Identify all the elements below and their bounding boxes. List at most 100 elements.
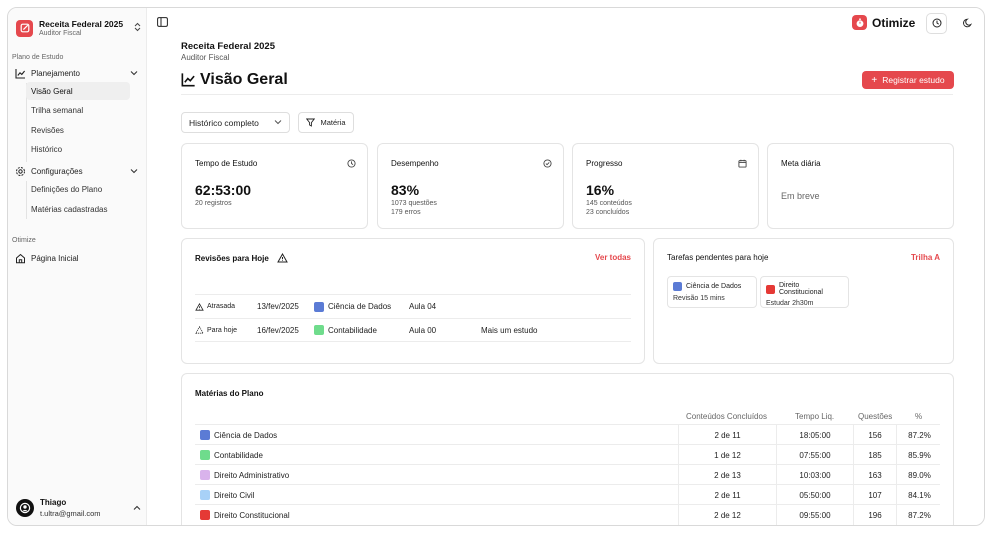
cell-done: 2 de 13: [678, 465, 776, 485]
sidebar-item-trilha-semanal[interactable]: Trilha semanal: [26, 101, 130, 119]
table-row[interactable]: Direito Administrativo 2 de 13 10:03:00 …: [195, 464, 942, 485]
subject-color-swatch: [314, 325, 324, 335]
subject-color-swatch: [314, 301, 324, 312]
chevron-down-icon: [274, 118, 282, 127]
sidebar-item-planejamento[interactable]: Planejamento: [15, 64, 138, 82]
cell-pct: 84.1%: [896, 485, 942, 505]
cell-pct: 89.0%: [896, 465, 942, 485]
workspace-title: Receita Federal 2025: [39, 19, 124, 29]
column-header: Tempo Liq.: [795, 412, 835, 421]
plan-title: Receita Federal 2025: [181, 41, 276, 52]
brand: Otimize: [852, 15, 915, 30]
task-card[interactable]: Direito Constitucional Estudar 2h30m: [760, 276, 849, 308]
history-button[interactable]: [926, 13, 947, 34]
cell-time: 09:55:00: [776, 505, 853, 525]
task-detail: Revisão 15 mins: [673, 295, 725, 302]
revisions-panel: Revisões para Hoje Ver todas Atrasada 13…: [181, 238, 645, 364]
table-row[interactable]: Contabilidade 1 de 12 07:55:00 185 85.9%: [195, 444, 940, 465]
cell-done: 2 de 11: [678, 485, 776, 505]
revision-subject: Contabilidade: [328, 325, 377, 335]
divider: [181, 94, 953, 95]
chevron-up-icon: [133, 503, 141, 513]
revision-lesson: Aula 04: [409, 302, 437, 311]
theme-toggle-button[interactable]: [957, 13, 978, 34]
table-row[interactable]: Direito Constitucional 2 de 12 09:55:00 …: [195, 504, 940, 525]
page-title: Visão Geral: [181, 70, 288, 90]
plan-subtitle: Auditor Fiscal: [181, 53, 230, 62]
trail-link[interactable]: Trilha A: [911, 253, 940, 262]
task-detail: Estudar 2h30m: [766, 300, 814, 307]
warning-outline-icon: [195, 326, 204, 334]
filter-icon: [306, 118, 316, 127]
see-all-link[interactable]: Ver todas: [595, 253, 631, 262]
stat-card-performance: Desempenho 83% 1073 questões 179 erros: [377, 143, 564, 229]
workspace-subtitle: Auditor Fiscal: [39, 30, 82, 37]
stat-detail: 145 conteúdos: [586, 200, 632, 207]
cell-questions: 156: [853, 425, 896, 445]
cell-questions: 196: [853, 505, 896, 525]
subject-name: Direito Administrativo: [214, 470, 290, 480]
workspace-logo-icon: [16, 19, 33, 37]
subject-color-swatch: [200, 490, 210, 500]
stat-title: Desempenho: [391, 159, 439, 168]
revision-note: Mais um estudo: [481, 325, 538, 335]
cell-questions: 107: [853, 485, 896, 505]
register-study-button[interactable]: + Registrar estudo: [862, 71, 954, 89]
sidebar-item-home[interactable]: Página Inicial: [15, 249, 138, 267]
sidebar-item-label: Planejamento: [31, 68, 80, 78]
sidebar-item-historico[interactable]: Histórico: [26, 140, 130, 158]
sidebar-item-materias[interactable]: Matérias cadastradas: [26, 200, 130, 218]
clock-icon: [346, 158, 356, 168]
task-card[interactable]: Ciência de Dados Revisão 15 mins: [667, 276, 757, 308]
sidebar: Receita Federal 2025 Auditor Fiscal Plan…: [8, 8, 147, 525]
stat-detail: 23 concluídos: [586, 209, 630, 216]
sidebar-panel-icon: [156, 17, 168, 29]
revision-row[interactable]: Para hoje 16/fev/2025 Contabilidade Aula…: [195, 318, 631, 342]
cell-pct: 87.2%: [896, 425, 942, 445]
subject-filter-label: Matéria: [320, 118, 346, 127]
subject-color-swatch: [200, 510, 210, 520]
subject-name: Direito Constitucional: [214, 510, 290, 520]
revision-row[interactable]: Atrasada 13/fev/2025 Ciência de Dados Au…: [195, 294, 631, 318]
stat-title: Meta diária: [781, 159, 821, 168]
main-content: Otimize Receita Federal 2025 Auditor Fis…: [147, 8, 984, 525]
sidebar-item-label: Configurações: [31, 166, 83, 176]
chevron-down-icon: [130, 69, 138, 78]
sidebar-item-definicoes[interactable]: Definições do Plano: [26, 180, 130, 198]
sidebar-toggle-button[interactable]: [156, 17, 168, 29]
user-name: Thiago: [40, 498, 67, 507]
tasks-panel: Tarefas pendentes para hoje Trilha A Ciê…: [653, 238, 954, 364]
sidebar-item-visao-geral[interactable]: Visão Geral: [26, 82, 130, 100]
period-select-value: Histórico completo: [189, 117, 259, 128]
task-subject: Ciência de Dados: [686, 283, 742, 290]
chevron-up-down-icon: [133, 22, 141, 34]
register-study-label: Registrar estudo: [882, 75, 945, 85]
workspace-switcher[interactable]: Receita Federal 2025 Auditor Fiscal: [16, 18, 141, 38]
cell-time: 10:03:00: [776, 465, 853, 485]
user-menu[interactable]: Thiago t.ultra@gmail.com: [16, 495, 141, 521]
page-title-text: Visão Geral: [200, 71, 288, 88]
subject-name: Ciência de Dados: [214, 430, 278, 440]
stat-coming-soon: Em breve: [781, 191, 820, 201]
stat-title: Tempo de Estudo: [195, 159, 258, 168]
revisions-title: Revisões para Hoje: [195, 253, 288, 263]
cell-done: 2 de 12: [678, 505, 776, 525]
column-header: %: [915, 412, 923, 421]
sidebar-item-label: Página Inicial: [31, 253, 79, 263]
task-subject: Direito Constitucional: [779, 282, 823, 296]
cell-questions: 163: [853, 465, 896, 485]
subject-filter-button[interactable]: Matéria: [298, 112, 354, 133]
stat-value: 83%: [391, 182, 420, 198]
sidebar-item-revisoes[interactable]: Revisões: [26, 121, 130, 139]
plus-icon: +: [871, 74, 878, 86]
period-select[interactable]: Histórico completo: [181, 112, 290, 133]
stat-detail: 179 erros: [391, 209, 421, 216]
moon-icon: [962, 18, 973, 30]
chart-icon: [181, 72, 196, 89]
cell-done: 2 de 11: [678, 425, 776, 445]
cell-time: 07:55:00: [776, 445, 853, 465]
check-circle-icon: [542, 158, 552, 168]
table-row[interactable]: Direito Civil 2 de 11 05:50:00 107 84.1%: [195, 484, 942, 505]
table-row[interactable]: Ciência de Dados 2 de 11 18:05:00 156 87…: [195, 424, 942, 445]
sidebar-item-configuracoes[interactable]: Configurações: [15, 162, 138, 180]
